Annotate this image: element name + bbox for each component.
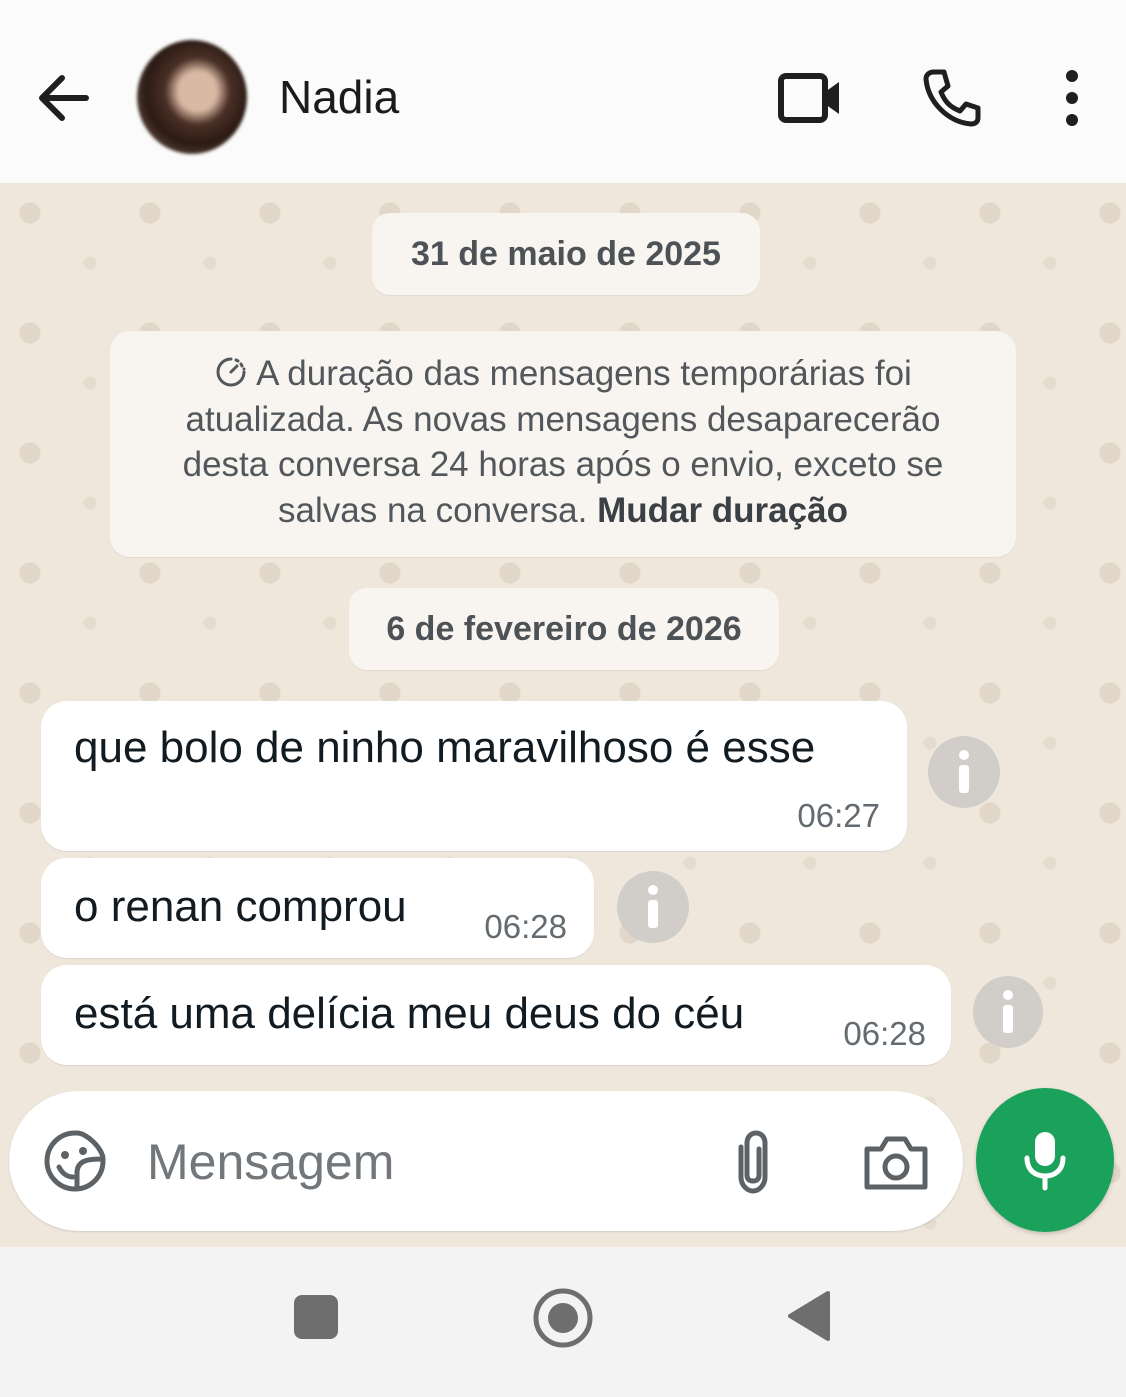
message-composer bbox=[9, 1091, 963, 1231]
message-time: 06:28 bbox=[484, 908, 567, 945]
paperclip-icon bbox=[738, 1130, 768, 1194]
change-duration-link[interactable]: Mudar duração bbox=[597, 491, 848, 530]
message-text: está uma delícia meu deus do céu bbox=[74, 989, 745, 1038]
system-back-button[interactable] bbox=[786, 1289, 832, 1343]
message-bubble[interactable]: que bolo de ninho maravilhoso é esse 06:… bbox=[41, 701, 907, 851]
info-icon bbox=[648, 885, 658, 928]
home-button[interactable] bbox=[532, 1287, 594, 1349]
message-text: o renan comprou bbox=[74, 882, 407, 931]
chat-header: Nadia bbox=[0, 0, 1126, 183]
message-info-button[interactable] bbox=[973, 976, 1043, 1048]
message-bubble[interactable]: o renan comprou 06:28 bbox=[41, 858, 594, 958]
attach-button[interactable] bbox=[725, 1127, 777, 1197]
back-triangle-icon bbox=[788, 1291, 830, 1341]
video-camera-icon bbox=[778, 73, 839, 123]
arrow-left-icon bbox=[39, 75, 89, 121]
camera-button[interactable] bbox=[861, 1131, 931, 1193]
video-call-button[interactable] bbox=[776, 68, 844, 128]
voice-message-button[interactable] bbox=[976, 1088, 1114, 1232]
message-time: 06:28 bbox=[843, 1015, 926, 1052]
more-vertical-icon bbox=[1066, 70, 1078, 126]
date-separator: 6 de fevereiro de 2026 bbox=[349, 588, 779, 670]
back-button[interactable] bbox=[34, 70, 94, 126]
chat-area[interactable]: 31 de maio de 2025 A duração das mensage… bbox=[0, 183, 1126, 1247]
message-bubble[interactable]: está uma delícia meu deus do céu 06:28 bbox=[41, 965, 951, 1065]
camera-icon bbox=[864, 1136, 928, 1190]
message-time: 06:27 bbox=[797, 797, 880, 834]
message-info-button[interactable] bbox=[928, 736, 1000, 808]
message-info-button[interactable] bbox=[617, 871, 689, 943]
info-icon bbox=[959, 750, 969, 793]
sticker-icon bbox=[44, 1130, 106, 1192]
voice-call-button[interactable] bbox=[920, 66, 984, 130]
contact-avatar[interactable] bbox=[137, 40, 247, 154]
message-input[interactable] bbox=[147, 1127, 687, 1197]
home-circle-icon bbox=[533, 1288, 593, 1348]
disappearing-timer-icon bbox=[216, 357, 246, 387]
phone-icon bbox=[923, 69, 981, 127]
info-icon bbox=[1003, 990, 1013, 1033]
recent-apps-button[interactable] bbox=[294, 1295, 338, 1339]
sticker-button[interactable] bbox=[43, 1129, 107, 1193]
disappearing-messages-notice: A duração das mensagens temporárias foi … bbox=[110, 331, 1016, 557]
microphone-icon bbox=[1024, 1132, 1066, 1191]
contact-name[interactable]: Nadia bbox=[279, 70, 399, 124]
more-options-button[interactable] bbox=[1050, 68, 1094, 128]
system-navigation-bar bbox=[0, 1247, 1126, 1397]
date-separator: 31 de maio de 2025 bbox=[372, 213, 760, 295]
message-text: que bolo de ninho maravilhoso é esse bbox=[74, 723, 816, 772]
